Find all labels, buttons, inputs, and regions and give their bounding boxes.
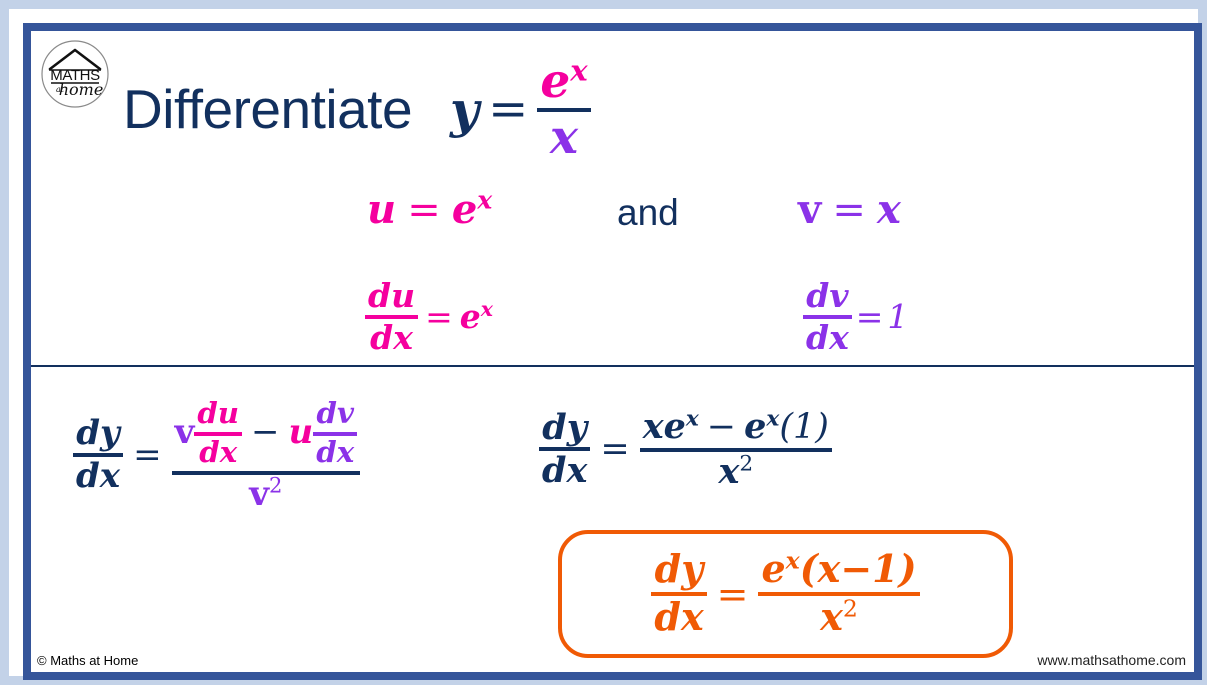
- working-lhs-denominator: dx: [542, 450, 588, 492]
- footer-website[interactable]: www.mathsathome.com: [1037, 652, 1186, 668]
- maths-at-home-logo-icon: MATHS at home: [39, 38, 111, 110]
- du-denominator: dx: [370, 317, 413, 357]
- working-lhs-numerator: dy: [542, 406, 588, 448]
- du-numerator: du: [368, 276, 416, 315]
- dv-denominator: dx: [806, 317, 849, 357]
- quotient-rule-minus: −: [251, 411, 280, 452]
- quotient-rule-term1-v: v: [174, 411, 195, 452]
- title-equation: y = ex x: [450, 53, 591, 165]
- du-equals: =: [425, 297, 453, 337]
- slide-outer-border: MATHS at home Differentiate y = ex x u =…: [0, 0, 1207, 685]
- conjunction-and: and: [617, 192, 679, 233]
- answer-rhs-denominator: x2: [820, 594, 858, 639]
- quotient-rule-rhs-fraction: v du dx − u dv dx v2: [171, 398, 361, 514]
- final-answer-equation: dy dx = ex(x−1) x2: [651, 546, 920, 639]
- title-fraction: ex x: [537, 53, 591, 165]
- answer-equals: =: [716, 572, 749, 616]
- title-y: y: [450, 79, 480, 139]
- working-rhs-denominator: x2: [718, 450, 754, 492]
- answer-lhs-numerator: dy: [654, 546, 704, 592]
- v-label: v: [798, 186, 822, 233]
- du-value: ex: [459, 297, 493, 337]
- u-value-exponent: x: [477, 185, 493, 215]
- quotient-rule-rhs-denominator: v2: [249, 472, 283, 514]
- quotient-rule-lhs-numerator: dy: [76, 413, 120, 454]
- quotient-rule-lhs-fraction: dy dx: [73, 413, 124, 497]
- derivatives-row: du dx = ex dv dx = 1: [31, 279, 1194, 369]
- quotient-rule-lhs-denominator: dx: [76, 456, 121, 497]
- working-equals: =: [600, 429, 630, 470]
- final-answer-box: dy dx = ex(x−1) x2: [558, 530, 1013, 658]
- substitutions-row: u = ex and v = x: [31, 186, 1194, 246]
- dv-value: 1: [887, 297, 909, 337]
- slide-white-gap: MATHS at home Differentiate y = ex x u =…: [9, 9, 1202, 680]
- quotient-rule-du-dx: du dx: [194, 398, 243, 469]
- quotient-rule-formula: dy dx = v du dx − u dv dx v2: [73, 398, 361, 514]
- answer-rhs-numerator: ex(x−1): [761, 546, 917, 592]
- dv-dx-fraction: dv dx: [803, 279, 852, 354]
- title-equals: =: [488, 81, 529, 138]
- title-fraction-denominator: x: [549, 109, 578, 165]
- worked-substitution: dy dx = xex − ex(1) x2: [539, 406, 832, 492]
- working-lhs-fraction: dy dx: [539, 406, 591, 492]
- u-label: u: [367, 186, 397, 233]
- u-value-base: e: [451, 186, 478, 233]
- quotient-rule-equals: =: [133, 435, 162, 476]
- title-label: Differentiate: [123, 77, 413, 140]
- v-substitution: v = x: [798, 186, 901, 233]
- footer-copyright: © Maths at Home: [37, 653, 139, 668]
- page-title: Differentiate y = ex x: [123, 53, 591, 165]
- slide-content: MATHS at home Differentiate y = ex x u =…: [31, 31, 1194, 672]
- dv-dx-equation: dv dx = 1: [803, 279, 908, 354]
- du-dx-equation: du dx = ex: [365, 279, 493, 354]
- working-rhs-fraction: xex − ex(1) x2: [639, 406, 832, 492]
- quotient-rule-term2-u: u: [288, 411, 314, 452]
- section-divider: [31, 365, 1194, 367]
- slide-blue-frame: MATHS at home Differentiate y = ex x u =…: [23, 23, 1202, 680]
- logo-home-word: home: [59, 80, 104, 99]
- working-rhs-numerator: xex − ex(1): [642, 406, 829, 447]
- title-fraction-numerator: ex: [540, 53, 588, 109]
- dv-numerator: dv: [806, 276, 849, 315]
- u-equals: =: [407, 187, 441, 233]
- v-value: x: [877, 186, 901, 233]
- answer-lhs-fraction: dy dx: [651, 546, 707, 639]
- quotient-rule-dv-dx: dv dx: [313, 398, 358, 469]
- u-substitution: u = ex: [367, 186, 492, 233]
- quotient-rule-rhs-numerator: v du dx − u dv dx: [172, 398, 361, 469]
- dv-equals: =: [855, 297, 884, 337]
- answer-rhs-fraction: ex(x−1) x2: [758, 546, 920, 639]
- answer-lhs-denominator: dx: [654, 594, 704, 639]
- v-equals: =: [832, 187, 866, 233]
- du-dx-fraction: du dx: [365, 276, 419, 357]
